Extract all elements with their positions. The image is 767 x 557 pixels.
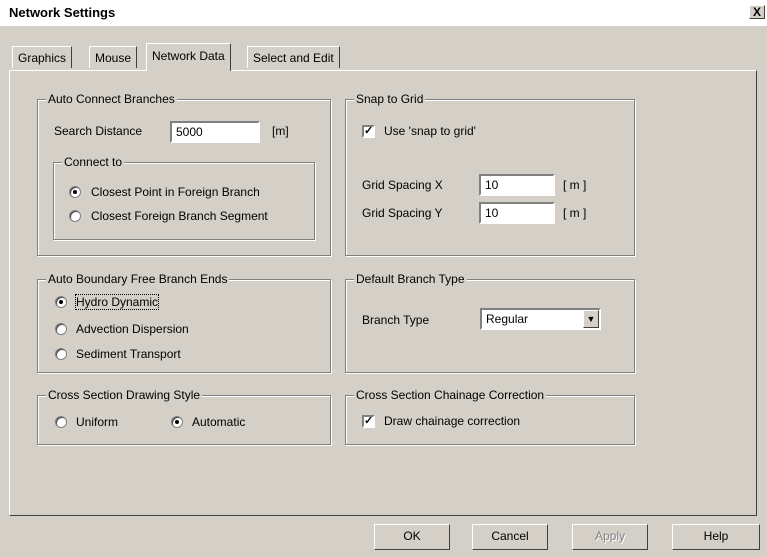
tab-label: Select and Edit (253, 51, 334, 65)
default-branch-type-group: Default Branch Type Branch Type Regular … (345, 272, 635, 373)
group-title: Auto Connect Branches (46, 92, 177, 106)
group-title: Snap to Grid (354, 92, 426, 106)
grid-spacing-x-input[interactable]: 10 (479, 174, 555, 196)
uniform-radio[interactable] (55, 416, 67, 428)
close-button[interactable]: X (749, 5, 765, 19)
tab-network-data[interactable]: Network Data (146, 43, 231, 71)
closest-point-label[interactable]: Closest Point in Foreign Branch (91, 185, 260, 199)
cross-section-drawing-style-group: Cross Section Drawing Style Uniform Auto… (37, 388, 331, 445)
closest-segment-radio[interactable] (69, 210, 81, 222)
sediment-transport-label[interactable]: Sediment Transport (76, 347, 181, 361)
closest-point-radio[interactable] (69, 186, 81, 198)
grid-spacing-x-label: Grid Spacing X (362, 178, 443, 192)
tab-graphics[interactable]: Graphics (12, 46, 73, 68)
branch-type-label: Branch Type (362, 313, 430, 327)
group-title: Auto Boundary Free Branch Ends (46, 272, 230, 286)
snap-to-grid-label[interactable]: Use 'snap to grid' (384, 124, 476, 138)
chainage-correction-label[interactable]: Draw chainage correction (384, 414, 520, 428)
group-title: Cross Section Chainage Correction (354, 388, 547, 402)
hydro-dynamic-radio[interactable] (55, 296, 67, 308)
window-title: Network Settings (9, 5, 116, 20)
uniform-label[interactable]: Uniform (76, 415, 118, 429)
chainage-correction-checkbox[interactable]: ✓ (362, 415, 375, 428)
search-distance-unit: [m] (272, 124, 289, 138)
grid-spacing-y-unit: [ m ] (563, 206, 587, 220)
grid-spacing-x-value: 10 (485, 178, 499, 192)
group-title: Connect to (62, 155, 125, 169)
tab-select-and-edit[interactable]: Select and Edit (247, 46, 340, 68)
network-settings-dialog: Network Settings X Graphics Mouse Networ… (0, 0, 767, 557)
closest-segment-label[interactable]: Closest Foreign Branch Segment (91, 209, 268, 223)
group-title: Cross Section Drawing Style (46, 388, 203, 402)
branch-type-select[interactable]: Regular ▼ (480, 308, 601, 330)
connect-to-group: Connect to Closest Point in Foreign Bran… (53, 155, 315, 240)
chainage-correction-group: Cross Section Chainage Correction ✓ Draw… (345, 388, 635, 445)
grid-spacing-x-unit: [ m ] (563, 178, 587, 192)
ok-button[interactable]: OK (374, 524, 450, 550)
grid-spacing-y-label: Grid Spacing Y (362, 206, 443, 220)
tab-label: Mouse (95, 51, 132, 65)
chevron-down-icon[interactable]: ▼ (583, 310, 599, 328)
help-button[interactable]: Help (672, 524, 760, 550)
snap-to-grid-group: Snap to Grid ✓ Use 'snap to grid' Grid S… (345, 92, 635, 256)
title-bar[interactable]: Network Settings X (0, 0, 767, 27)
group-title: Default Branch Type (354, 272, 467, 286)
search-distance-value: 5000 (176, 125, 203, 139)
advection-dispersion-radio[interactable] (55, 323, 67, 335)
tab-label: Graphics (18, 51, 67, 65)
snap-to-grid-checkbox[interactable]: ✓ (362, 125, 375, 138)
automatic-label[interactable]: Automatic (192, 415, 245, 429)
advection-dispersion-label[interactable]: Advection Dispersion (76, 322, 189, 336)
automatic-radio[interactable] (171, 416, 183, 428)
branch-type-value: Regular (486, 312, 529, 326)
grid-spacing-y-value: 10 (485, 206, 499, 220)
apply-button[interactable]: Apply (572, 524, 648, 550)
cancel-button[interactable]: Cancel (472, 524, 548, 550)
tab-mouse[interactable]: Mouse (89, 46, 138, 68)
auto-connect-branches-group: Auto Connect Branches Search Distance 50… (37, 92, 331, 256)
tab-label: Network Data (152, 49, 225, 63)
search-distance-label: Search Distance (54, 124, 143, 138)
grid-spacing-y-input[interactable]: 10 (479, 202, 555, 224)
hydro-dynamic-label[interactable]: Hydro Dynamic (74, 294, 160, 310)
close-icon: X (752, 5, 761, 19)
search-distance-input[interactable]: 5000 (170, 121, 260, 143)
sediment-transport-radio[interactable] (55, 348, 67, 360)
auto-boundary-group: Auto Boundary Free Branch Ends Hydro Dyn… (37, 272, 331, 373)
